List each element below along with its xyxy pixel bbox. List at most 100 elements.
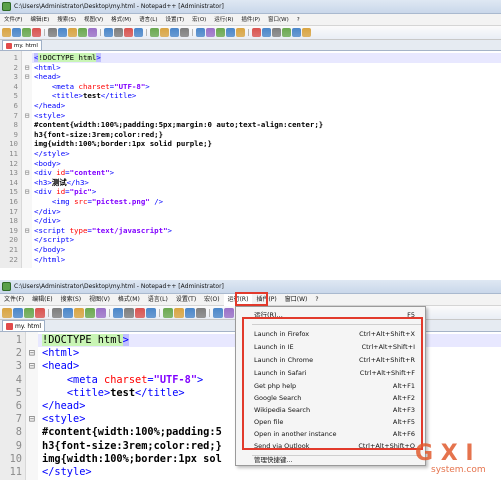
menu-1[interactable]: 编辑(E)	[28, 294, 56, 306]
toolbar-button-icon[interactable]	[22, 28, 31, 37]
toolbar-button-icon[interactable]	[85, 307, 95, 318]
run-menu-item[interactable]: Open in another instance Alt+F6	[236, 428, 425, 440]
line-number: 16	[9, 197, 18, 206]
toolbar-button-icon[interactable]	[185, 307, 195, 318]
menu-4[interactable]: 格式(M)	[107, 14, 135, 26]
toolbar-button-icon[interactable]	[114, 28, 123, 37]
menu-6[interactable]: 设置(T)	[162, 14, 189, 26]
toolbar-button-icon[interactable]	[272, 28, 281, 37]
fold-marker-icon[interactable]: ⊟	[22, 226, 32, 236]
run-menu-item[interactable]: 运行(R)... F5	[236, 309, 425, 321]
toolbar-button-icon[interactable]	[262, 28, 271, 37]
toolbar-button-icon[interactable]	[282, 28, 291, 37]
menu-4[interactable]: 格式(M)	[114, 294, 144, 306]
run-menu-item-label: Get php help	[254, 382, 297, 390]
toolbar-button-icon[interactable]	[146, 307, 156, 318]
toolbar-button-icon[interactable]	[213, 307, 223, 318]
toolbar-button-icon[interactable]	[134, 28, 143, 37]
run-menu-item[interactable]: Wikipedia Search Alt+F3	[236, 404, 425, 416]
menu-10[interactable]: 窗口(W)	[281, 294, 312, 306]
menu-3[interactable]: 视图(V)	[80, 14, 107, 26]
run-menu-item-label: Launch in Safari	[254, 369, 307, 377]
toolbar-button-icon[interactable]	[2, 28, 11, 37]
toolbar-button-icon[interactable]	[35, 307, 45, 318]
toolbar-button-icon[interactable]	[104, 28, 113, 37]
toolbar-button-icon[interactable]	[236, 28, 245, 37]
run-menu-item[interactable]: Launch in Safari Ctrl+Alt+Shift+F	[236, 367, 425, 379]
toolbar-button-icon[interactable]	[196, 307, 206, 318]
menu-6[interactable]: 设置(T)	[172, 294, 200, 306]
fold-marker-icon[interactable]: ⊟	[22, 63, 32, 73]
toolbar-button-icon[interactable]	[124, 28, 133, 37]
menu-0[interactable]: 文件(F)	[0, 14, 26, 26]
toolbar-button-icon[interactable]	[170, 28, 179, 37]
toolbar-button-icon[interactable]	[24, 307, 34, 318]
menu-2[interactable]: 搜索(S)	[53, 14, 80, 26]
menu-2[interactable]: 搜索(S)	[57, 294, 86, 306]
toolbar-button-icon[interactable]	[174, 307, 184, 318]
menu-5[interactable]: 语言(L)	[144, 294, 172, 306]
toolbar-button-icon[interactable]	[135, 307, 145, 318]
toolbar-button-icon[interactable]	[74, 307, 84, 318]
toolbar-separator	[48, 308, 49, 317]
toolbar-button-icon[interactable]	[160, 28, 169, 37]
toolbar-button-icon[interactable]	[88, 28, 97, 37]
run-menu-item[interactable]: Google Search Alt+F2	[236, 392, 425, 404]
fold-marker-icon[interactable]: ⊟	[26, 347, 38, 360]
toolbar-button-icon[interactable]	[58, 28, 67, 37]
toolbar-button-icon[interactable]	[12, 28, 21, 37]
menu-11[interactable]: ?	[293, 14, 304, 26]
menu-9[interactable]: 插件(P)	[237, 14, 264, 26]
run-menu-item[interactable]: Open file Alt+F5	[236, 416, 425, 428]
toolbar-button-icon[interactable]	[13, 307, 23, 318]
fold-marker-icon[interactable]: ⊟	[22, 111, 32, 121]
toolbar-button-icon[interactable]	[196, 28, 205, 37]
code-line: </div>	[34, 216, 61, 226]
run-menu-item[interactable]: Launch in Chrome Ctrl+Alt+Shift+R	[236, 354, 425, 366]
toolbar-button-icon[interactable]	[163, 307, 173, 318]
menu-3[interactable]: 视图(V)	[85, 294, 114, 306]
menu-8[interactable]: 运行(R)	[210, 14, 237, 26]
fold-marker-icon	[22, 255, 32, 265]
toolbar-button-icon[interactable]	[63, 307, 73, 318]
menu-7[interactable]: 宏(O)	[200, 294, 223, 306]
toolbar-button-icon[interactable]	[113, 307, 123, 318]
toolbar-button-icon[interactable]	[124, 307, 134, 318]
run-menu-item[interactable]: Send via Outlook Ctrl+Alt+Shift+O	[236, 440, 425, 452]
fold-marker-icon[interactable]: ⊟	[22, 168, 32, 178]
toolbar-button-icon[interactable]	[206, 28, 215, 37]
menu-10[interactable]: 窗口(W)	[264, 14, 293, 26]
toolbar-button-icon[interactable]	[48, 28, 57, 37]
menu-11[interactable]: ?	[311, 294, 322, 306]
toolbar-button-icon[interactable]	[52, 307, 62, 318]
fold-marker-icon[interactable]: ⊟	[26, 413, 38, 426]
menu-0[interactable]: 文件(F)	[0, 294, 28, 306]
run-menu-item[interactable]: Launch in IE Ctrl+Alt+Shift+I	[236, 341, 425, 353]
run-menu-item[interactable]: Launch in Firefox Ctrl+Alt+Shift+X	[236, 328, 425, 340]
toolbar-button-icon[interactable]	[150, 28, 159, 37]
fold-marker-icon[interactable]: ⊟	[22, 187, 32, 197]
toolbar-button-icon[interactable]	[252, 28, 261, 37]
toolbar-button-icon[interactable]	[96, 307, 106, 318]
tab-my-html[interactable]: my. html	[2, 40, 42, 50]
toolbar-button-icon[interactable]	[78, 28, 87, 37]
toolbar-button-icon[interactable]	[180, 28, 189, 37]
toolbar-button-icon[interactable]	[216, 28, 225, 37]
toolbar-button-icon[interactable]	[68, 28, 77, 37]
toolbar-button-icon[interactable]	[32, 28, 41, 37]
toolbar-button-icon[interactable]	[2, 307, 12, 318]
toolbar-button-icon[interactable]	[226, 28, 235, 37]
menu-5[interactable]: 语言(L)	[135, 14, 161, 26]
code-line: #content{width:100%;padding:5	[42, 426, 222, 439]
run-menu-item[interactable]: 管理快捷键...	[236, 454, 425, 466]
toolbar-button-icon[interactable]	[224, 307, 234, 318]
top-code-editor[interactable]: 1 <!DOCTYPE html> 2 ⊟ <html> 3 ⊟ <head> 4 <meta …	[0, 51, 501, 268]
fold-marker-icon[interactable]: ⊟	[26, 360, 38, 373]
menu-7[interactable]: 宏(O)	[188, 14, 210, 26]
menu-1[interactable]: 编辑(E)	[26, 14, 53, 26]
fold-marker-icon[interactable]: ⊟	[22, 72, 32, 82]
toolbar-button-icon[interactable]	[292, 28, 301, 37]
run-menu-item[interactable]: Get php help Alt+F1	[236, 380, 425, 392]
toolbar-button-icon[interactable]	[302, 28, 311, 37]
tab-my-html[interactable]: my. html	[2, 320, 46, 331]
